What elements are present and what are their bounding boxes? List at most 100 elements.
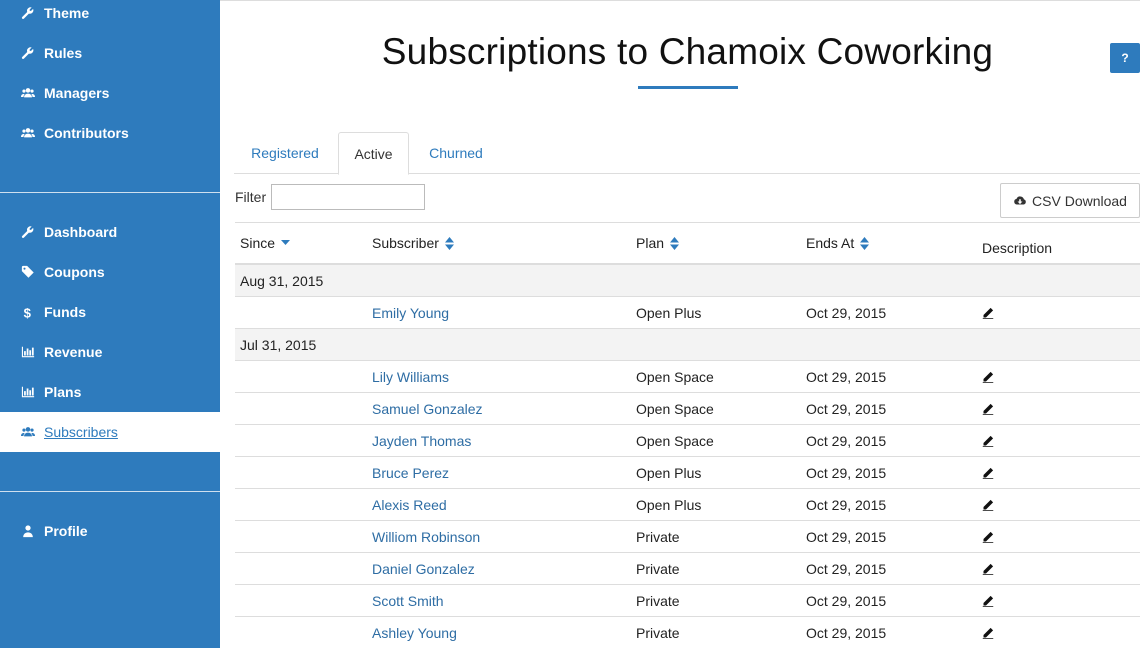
ends-at-cell: Oct 29, 2015 [806,464,887,481]
sidebar-item-managers[interactable]: Managers [0,73,220,113]
sidebar-item-label: Coupons [44,264,105,280]
subscriber-link[interactable]: Jayden Thomas [372,425,471,456]
ends-at-cell: Oct 29, 2015 [806,368,887,385]
sidebar-item-label: Revenue [44,344,103,360]
edit-description-button[interactable] [982,553,994,584]
dollar-icon: $ [20,304,36,320]
page-title: Subscriptions to Chamoix Coworking [381,31,994,72]
subscriber-link[interactable]: Bruce Perez [372,457,449,488]
edit-description-button[interactable] [982,297,994,328]
filter-label: Filter [235,189,267,205]
pencil-icon [982,307,994,319]
edit-description-button[interactable] [982,361,994,392]
users-icon [20,125,36,141]
sidebar-item-profile[interactable]: Profile [0,511,220,551]
sidebar-item-label: Dashboard [44,224,118,240]
ends-at-cell: Oct 29, 2015 [806,432,887,449]
column-description: Description [982,240,1053,256]
subscriber-link[interactable]: Williom Robinson [372,521,480,552]
ends-at-cell: Oct 29, 2015 [806,560,887,577]
sidebar-top-group: Theme Rules Managers Contributors [0,0,220,153]
edit-description-button[interactable] [982,457,994,488]
sidebar-item-funds[interactable]: $ Funds [0,292,220,332]
table-header: Since Subscriber Plan Ends At Descriptio… [235,223,1140,265]
table-body: Aug 31, 2015 Emily Young Open Plus Oct 29, … [235,265,1140,648]
edit-description-button[interactable] [982,489,994,520]
column-ends-at[interactable]: Ends At [806,223,870,263]
sidebar-item-label: Rules [44,45,83,61]
help-button[interactable]: ? [1110,43,1140,73]
title-underline [638,86,738,89]
plan-cell: Open Space [636,400,714,417]
filter-input[interactable] [271,184,425,210]
edit-description-button[interactable] [982,617,994,648]
bar-chart-icon [20,344,36,360]
tab-registered[interactable]: Registered [234,132,336,174]
sidebar-item-label: Plans [44,384,82,400]
table-row: Jayden Thomas Open Space Oct 29, 2015 [235,425,1140,457]
plan-cell: Private [636,528,680,545]
sidebar-item-coupons[interactable]: Coupons [0,252,220,292]
bar-chart-icon [20,384,36,400]
plan-cell: Open Plus [636,304,702,321]
plan-cell: Open Space [636,432,714,449]
sidebar-divider [0,192,220,193]
table-row: Alexis Reed Open Plus Oct 29, 2015 [235,489,1140,521]
subscriber-link[interactable]: Alexis Reed [372,489,447,520]
csv-download-label: CSV Download [1032,192,1127,209]
subscriber-link[interactable]: Ashley Young [372,617,457,648]
sidebar: Theme Rules Managers Contributors Dashboard… [0,0,220,648]
csv-download-button[interactable]: CSV Download [1000,183,1140,218]
sidebar-item-rules[interactable]: Rules [0,33,220,73]
user-icon [20,523,36,539]
sidebar-item-revenue[interactable]: Revenue [0,332,220,372]
sidebar-mid-group: Dashboard Coupons $ Funds Revenue Plans Subscr… [0,212,220,452]
subscriber-link[interactable]: Lily Williams [372,361,449,392]
plan-cell: Private [636,560,680,577]
sidebar-item-label: Managers [44,85,110,101]
table-row: Emily Young Open Plus Oct 29, 2015 [235,297,1140,329]
subscriber-link[interactable]: Scott Smith [372,585,444,616]
subscriber-link[interactable]: Daniel Gonzalez [372,553,475,584]
column-since[interactable]: Since [240,223,291,263]
ends-at-cell: Oct 29, 2015 [806,528,887,545]
sidebar-item-theme[interactable]: Theme [0,0,220,33]
ends-at-cell: Oct 29, 2015 [806,496,887,513]
subscriber-link[interactable]: Emily Young [372,297,449,328]
sidebar-bottom-group: Profile [0,511,220,551]
sidebar-item-dashboard[interactable]: Dashboard [0,212,220,252]
tab-bar: Registered Active Churned [234,132,1140,175]
table-row: Scott Smith Private Oct 29, 2015 [235,585,1140,617]
sidebar-item-subscribers[interactable]: Subscribers [0,412,220,452]
cloud-download-icon [1014,195,1026,204]
tab-churned[interactable]: Churned [412,132,500,174]
table-row: Williom Robinson Private Oct 29, 2015 [235,521,1140,553]
table-row: Ashley Young Private Oct 29, 2015 [235,617,1140,648]
sidebar-item-label: Subscribers [44,424,118,440]
edit-description-button[interactable] [982,585,994,616]
edit-description-button[interactable] [982,521,994,552]
sidebar-item-contributors[interactable]: Contributors [0,113,220,153]
edit-description-button[interactable] [982,425,994,456]
column-plan[interactable]: Plan [636,223,680,263]
users-icon [20,85,36,101]
table-row: Bruce Perez Open Plus Oct 29, 2015 [235,457,1140,489]
column-subscriber[interactable]: Subscriber [372,223,454,263]
plan-cell: Open Plus [636,464,702,481]
sidebar-item-label: Profile [44,523,88,539]
wrench-icon [20,45,36,61]
plan-cell: Private [636,592,680,609]
sidebar-item-plans[interactable]: Plans [0,372,220,412]
pencil-icon [982,435,994,447]
pencil-icon [982,467,994,479]
tab-active[interactable]: Active [338,132,409,175]
users-icon [20,424,36,440]
edit-description-button[interactable] [982,393,994,424]
subscriber-link[interactable]: Samuel Gonzalez [372,393,483,424]
pencil-icon [982,403,994,415]
pencil-icon [982,563,994,575]
table-group-row: Aug 31, 2015 [235,265,1140,297]
wrench-icon [20,224,36,240]
svg-text:$: $ [24,305,32,319]
sidebar-divider [0,491,220,492]
